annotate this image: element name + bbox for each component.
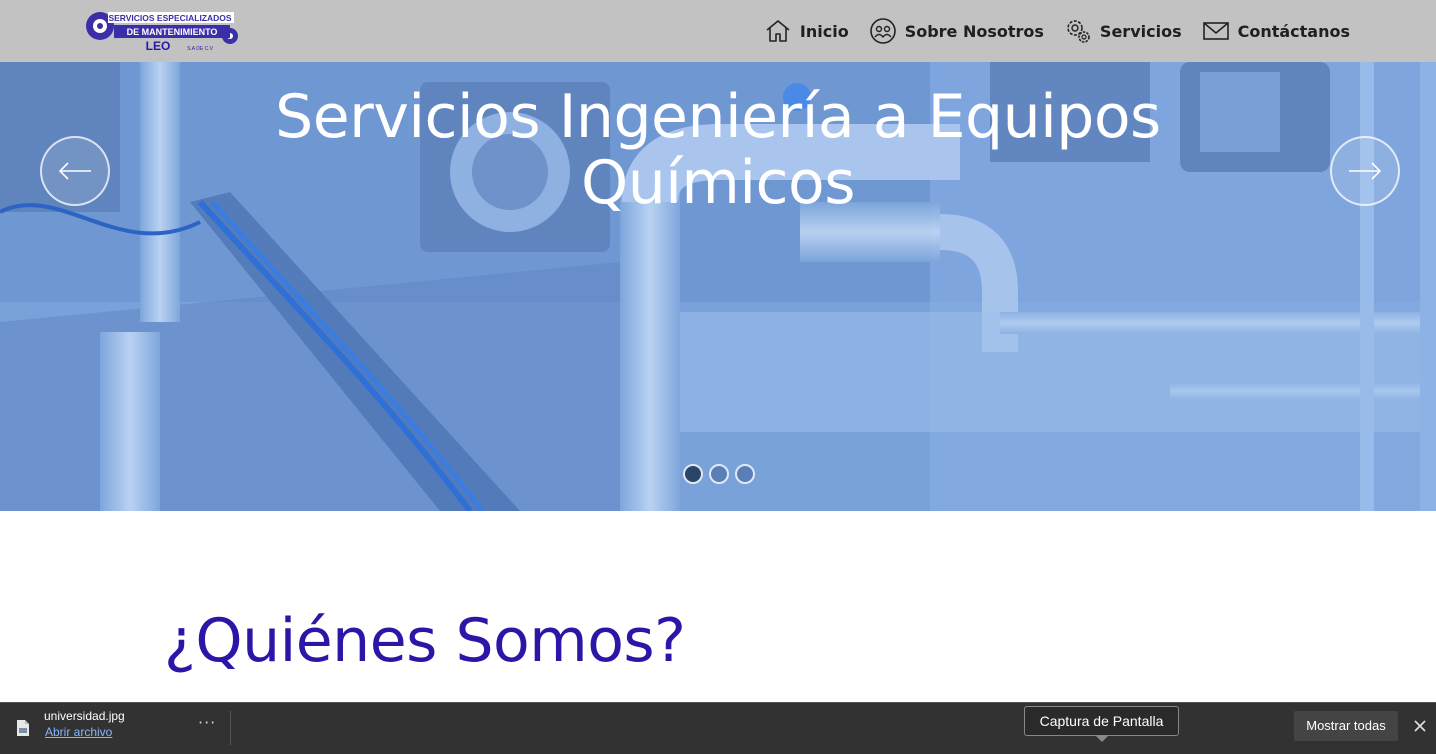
carousel-dot-3[interactable] — [735, 464, 755, 484]
svg-text:DE MANTENIMIENTO: DE MANTENIMIENTO — [127, 27, 218, 37]
carousel-dot-1[interactable] — [683, 464, 703, 484]
nav-item-sobre-nosotros[interactable]: Sobre Nosotros — [869, 17, 1044, 45]
carousel-dot-2[interactable] — [709, 464, 729, 484]
company-logo[interactable]: SERVICIOS ESPECIALIZADOS DE MANTENIMIENT… — [80, 8, 242, 56]
download-more-button[interactable]: ··· — [198, 713, 216, 732]
svg-text:SERVICIOS ESPECIALIZADOS: SERVICIOS ESPECIALIZADOS — [108, 13, 231, 23]
hero-title: Servicios Ingeniería a Equipos Químicos — [0, 84, 1436, 216]
hero-title-line2: Químicos — [581, 148, 856, 218]
svg-text:LEO: LEO — [146, 39, 171, 53]
gears-icon — [1067, 20, 1090, 43]
nav-label: Sobre Nosotros — [904, 21, 1044, 41]
nav-label: Servicios — [1099, 21, 1182, 41]
arrow-left-icon — [58, 162, 91, 180]
carousel-next-button[interactable] — [1330, 136, 1400, 206]
people-icon — [869, 18, 896, 44]
download-bar: universidad.jpg Abrir archivo ··· — [0, 702, 1436, 754]
divider — [230, 711, 231, 745]
close-icon[interactable] — [1412, 718, 1428, 734]
home-icon — [766, 20, 790, 42]
carousel-prev-button[interactable] — [40, 136, 110, 206]
download-file-name: universidad.jpg — [44, 709, 125, 723]
arrow-right-icon — [1349, 162, 1382, 180]
carousel-indicators — [683, 464, 761, 484]
nav-item-contactanos[interactable]: Contáctanos — [1202, 17, 1350, 45]
open-file-link[interactable]: Abrir archivo — [45, 725, 112, 739]
hero-title-line1: Servicios Ingeniería a Equipos — [275, 82, 1161, 152]
svg-text:S.A DE C.V: S.A DE C.V — [187, 46, 214, 52]
nav-label: Contáctanos — [1237, 21, 1350, 41]
section-title-quienes-somos: ¿Quiénes Somos? — [164, 606, 686, 676]
nav-item-inicio[interactable]: Inicio — [764, 17, 849, 45]
hero-carousel: Servicios Ingeniería a Equipos Químicos — [0, 62, 1436, 511]
nav-label: Inicio — [799, 21, 849, 41]
tooltip: Captura de Pantalla — [1024, 706, 1179, 736]
show-all-button[interactable]: Mostrar todas — [1294, 711, 1398, 741]
envelope-icon — [1202, 22, 1229, 40]
nav-item-servicios[interactable]: Servicios — [1064, 17, 1182, 45]
main-nav: Inicio Sobre Nosotros Servicios Contácta… — [764, 14, 1350, 48]
file-icon — [17, 720, 29, 736]
tooltip-pointer — [1095, 735, 1109, 742]
site-header: SERVICIOS ESPECIALIZADOS DE MANTENIMIENT… — [0, 0, 1436, 62]
